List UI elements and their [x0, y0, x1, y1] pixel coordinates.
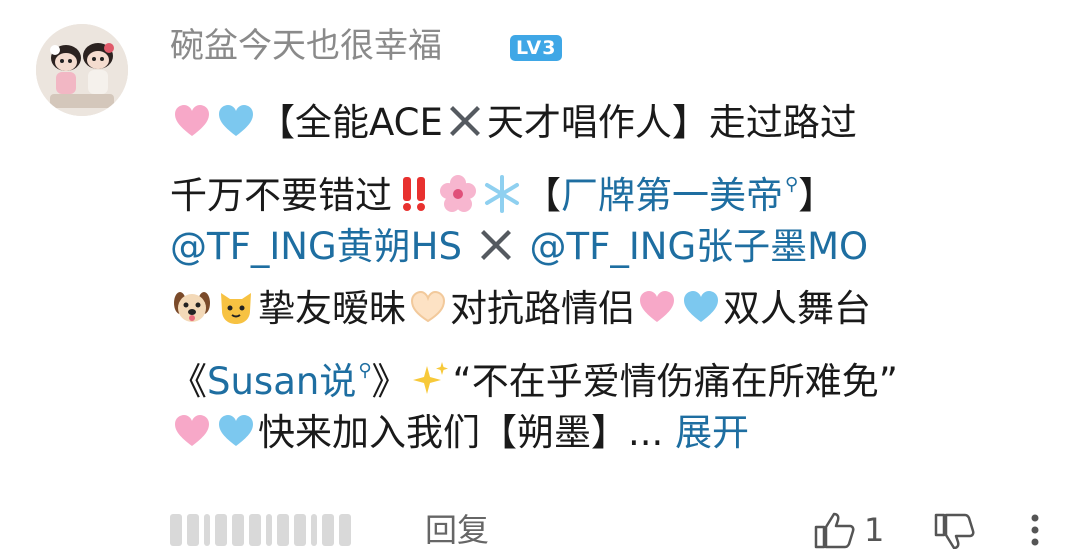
dislike-button[interactable]	[932, 512, 976, 549]
thumbs-up-icon	[814, 512, 855, 549]
search-icon: ⚲	[785, 174, 799, 195]
pink-heart-icon	[172, 411, 212, 451]
level-badge: LV3	[510, 35, 563, 61]
text-segment: 【全能ACE	[258, 101, 443, 144]
user-avatar[interactable]	[36, 24, 128, 116]
avatar-dolls-image	[36, 24, 128, 116]
more-options-button[interactable]	[1025, 510, 1045, 549]
mention-link[interactable]: @TF_ING张子墨MO	[529, 225, 868, 268]
pink-heart-icon	[637, 287, 677, 327]
sparkles-icon	[411, 360, 451, 400]
comment-item: 碗盆今天也很幸福 LV3 【全能ACE 天才唱作人】走过路过 千万不要错过 【厂牌第…	[0, 0, 1080, 549]
text-segment: 》	[371, 360, 409, 403]
cat-face-icon	[216, 287, 256, 327]
snowflake-icon	[482, 174, 522, 214]
content-line-3: @TF_ING黄朔HS @TF_ING张子墨MO	[170, 216, 1050, 278]
mention-link[interactable]: @TF_ING黄朔HS	[170, 225, 462, 268]
light-blue-heart-icon	[216, 411, 256, 451]
pink-heart-icon	[172, 101, 212, 141]
content-line-6: 快来加入我们【朔墨】... 展开	[170, 402, 1050, 464]
text-segment: 快来加入我们【朔墨】...	[258, 411, 664, 454]
text-segment: 对抗路情侣	[450, 287, 635, 330]
like-count: 1	[864, 511, 885, 549]
thumbs-down-icon	[934, 513, 975, 549]
comment-content: 【全能ACE 天才唱作人】走过路过 千万不要错过 【厂牌第一美帝 ⚲】 @TF_ING…	[170, 92, 1050, 464]
more-vertical-icon	[1031, 514, 1039, 546]
light-blue-heart-icon	[216, 101, 256, 141]
text-segment: 千万不要错过	[170, 174, 392, 217]
blurred-timestamp	[170, 510, 351, 549]
cherry-blossom-icon	[438, 174, 478, 214]
content-line-4: 挚友暧昧 对抗路情侣 双人舞台	[170, 278, 1050, 340]
topic-link[interactable]: Susan说	[207, 360, 356, 403]
text-segment: 【	[524, 174, 561, 217]
content-line-2: 千万不要错过 【厂牌第一美帝 ⚲】	[170, 154, 1050, 217]
expand-link[interactable]: 展开	[675, 411, 749, 454]
comment-footer: 回复 1	[170, 508, 1070, 549]
text-segment: 天才唱作人】走过路过	[486, 101, 857, 144]
cross-mark-icon	[445, 101, 485, 141]
dog-face-icon	[172, 287, 212, 327]
double-exclamation-icon	[394, 174, 434, 214]
text-segment: 《	[170, 360, 207, 403]
text-segment: “不在乎爱情伤痛在所难免”	[452, 360, 898, 403]
like-button[interactable]	[812, 510, 856, 549]
topic-link[interactable]: 厂牌第一美帝	[561, 174, 783, 217]
light-blue-heart-icon	[681, 287, 721, 327]
heart-hands-icon	[408, 287, 448, 327]
reply-button[interactable]: 回复	[425, 508, 489, 549]
search-icon: ⚲	[358, 360, 372, 381]
username[interactable]: 碗盆今天也很幸福	[170, 24, 442, 68]
content-line-1: 【全能ACE 天才唱作人】走过路过	[170, 92, 1050, 154]
text-segment: 挚友暧昧	[258, 287, 406, 330]
content-line-5: 《Susan说 ⚲》 “不在乎爱情伤痛在所难免”	[170, 340, 1050, 403]
cross-mark-icon	[476, 225, 516, 265]
text-segment: 】	[798, 174, 836, 217]
text-segment: 双人舞台	[723, 287, 871, 330]
